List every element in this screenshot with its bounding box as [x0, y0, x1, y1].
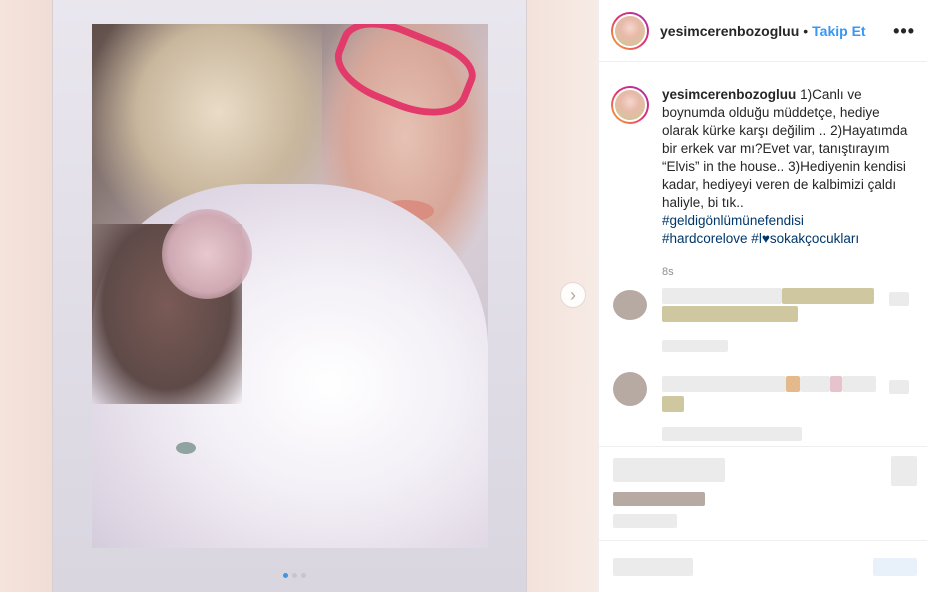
- obscured-avatar: [613, 290, 647, 320]
- carousel-dots: [283, 573, 306, 578]
- obscured-text: [662, 376, 786, 392]
- photo-cat-eye: [176, 442, 196, 454]
- caption-text: yesimcerenbozogluu 1)Canlı ve boynumda o…: [662, 86, 909, 248]
- avatar-image: [613, 88, 647, 122]
- next-slide-button[interactable]: ›: [560, 282, 586, 308]
- post-timestamp: 8s: [662, 266, 674, 278]
- chevron-right-icon: ›: [570, 284, 576, 305]
- caption-avatar[interactable]: [611, 86, 649, 124]
- post-media[interactable]: ›: [0, 0, 598, 592]
- hashtag-link[interactable]: #hardcorelove #l♥sokakçocukları: [662, 230, 909, 248]
- carousel-dot[interactable]: [283, 573, 288, 578]
- obscured-text: [830, 376, 842, 392]
- obscured-text: [782, 288, 874, 304]
- obscured-text: [842, 376, 876, 392]
- obscured-date: [613, 514, 677, 528]
- obscured-text: [800, 376, 830, 392]
- obscured-avatar: [613, 372, 647, 406]
- divider: [599, 446, 927, 447]
- media-background-left: [0, 0, 52, 592]
- header-separator: •: [803, 22, 809, 39]
- obscured-text: [662, 396, 684, 412]
- post-caption: yesimcerenbozogluu 1)Canlı ve boynumda o…: [611, 86, 911, 248]
- obscured-icon: [889, 380, 909, 394]
- divider: [599, 540, 927, 541]
- carousel-dot[interactable]: [301, 573, 306, 578]
- obscured-text: [786, 376, 800, 392]
- hashtag-link[interactable]: #geldigönlümünefendisi: [662, 212, 909, 230]
- obscured-save-icon: [891, 456, 917, 486]
- caption-username[interactable]: yesimcerenbozogluu: [662, 87, 796, 102]
- follow-button[interactable]: Takip Et: [812, 23, 865, 39]
- obscured-text: [662, 288, 782, 304]
- more-options-icon[interactable]: •••: [893, 21, 915, 42]
- author-avatar[interactable]: [611, 11, 649, 50]
- obscured-meta: [662, 340, 728, 352]
- photo-cat-ear: [162, 209, 252, 299]
- obscured-icon: [889, 292, 909, 306]
- author-username[interactable]: yesimcerenbozogluu: [660, 23, 799, 39]
- carousel-dot[interactable]: [292, 573, 297, 578]
- obscured-action-icons: [613, 458, 725, 482]
- obscured-meta: [662, 427, 802, 441]
- instagram-post-page: › yesimcerenbozogluu • Takip Et ••• yesi…: [0, 0, 927, 592]
- obscured-text: [662, 306, 798, 322]
- obscured-comment-input: [613, 558, 693, 576]
- post-photo: [92, 24, 488, 548]
- post-header: yesimcerenbozogluu • Takip Et •••: [599, 0, 927, 62]
- obscured-likes: [613, 492, 705, 506]
- post-sidebar: yesimcerenbozogluu • Takip Et ••• yesimc…: [598, 0, 927, 592]
- obscured-post-button: [873, 558, 917, 576]
- avatar-image: [613, 13, 647, 48]
